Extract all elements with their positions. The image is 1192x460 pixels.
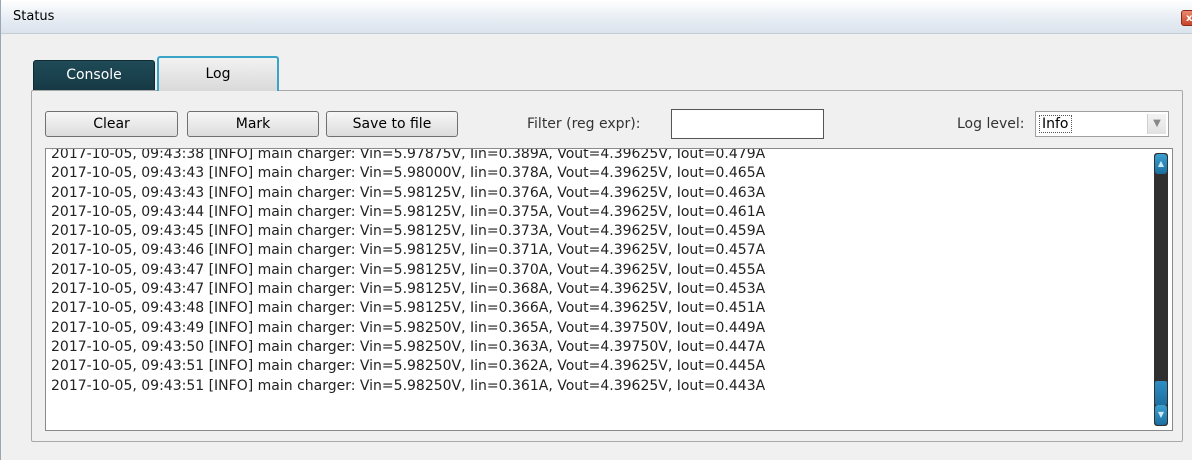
save-to-file-button[interactable]: Save to file xyxy=(326,111,458,137)
log-line: 2017-10-05, 09:43:48 [INFO] main charger… xyxy=(51,300,766,317)
log-level-select[interactable]: Info ▼ xyxy=(1035,111,1169,137)
log-line: 2017-10-05, 09:43:51 [INFO] main charger… xyxy=(51,358,766,375)
log-line: 2017-10-05, 09:43:44 [INFO] main charger… xyxy=(51,203,766,220)
log-level-label: Log level: xyxy=(957,116,1025,132)
log-line: 2017-10-05, 09:43:49 [INFO] main charger… xyxy=(51,319,766,336)
filter-label: Filter (reg expr): xyxy=(527,116,641,132)
scroll-up-icon[interactable]: ▲ xyxy=(1155,154,1167,174)
log-line: 2017-10-05, 09:43:46 [INFO] main charger… xyxy=(51,242,766,259)
window-title: Status xyxy=(13,9,55,24)
mark-button[interactable]: Mark xyxy=(187,111,319,137)
log-line: 2017-10-05, 09:43:43 [INFO] main charger… xyxy=(51,184,766,201)
log-line: 2017-10-05, 09:43:45 [INFO] main charger… xyxy=(51,223,766,240)
tab-log[interactable]: Log xyxy=(157,56,279,91)
log-line: 2017-10-05, 09:43:43 [INFO] main charger… xyxy=(51,165,766,182)
status-window: Status x Console Log Clear Mark Save to … xyxy=(0,0,1192,460)
vertical-scrollbar[interactable]: ▲ ▼ xyxy=(1154,153,1168,426)
filter-input[interactable] xyxy=(671,109,824,139)
clear-button[interactable]: Clear xyxy=(45,111,178,137)
log-line: 2017-10-05, 09:43:47 [INFO] main charger… xyxy=(51,281,766,298)
chevron-down-icon[interactable]: ▼ xyxy=(1147,114,1166,134)
scrollbar-thumb[interactable] xyxy=(1155,381,1167,405)
log-line: 2017-10-05, 09:43:38 [INFO] main charger… xyxy=(51,148,766,162)
title-bar[interactable]: Status x xyxy=(1,0,1192,34)
log-line: 2017-10-05, 09:43:50 [INFO] main charger… xyxy=(51,338,766,355)
tab-console[interactable]: Console xyxy=(33,60,155,91)
log-output[interactable]: 2017-10-05, 09:43:38 [INFO] main charger… xyxy=(45,148,1173,431)
log-line: 2017-10-05, 09:43:47 [INFO] main charger… xyxy=(51,261,766,278)
scroll-down-icon[interactable]: ▼ xyxy=(1155,405,1167,425)
log-level-value: Info xyxy=(1039,115,1072,133)
log-line: 2017-10-05, 09:43:51 [INFO] main charger… xyxy=(51,377,766,394)
close-icon[interactable]: x xyxy=(1181,10,1192,26)
log-lines: 2017-10-05, 09:43:38 [INFO] main charger… xyxy=(51,148,1151,396)
